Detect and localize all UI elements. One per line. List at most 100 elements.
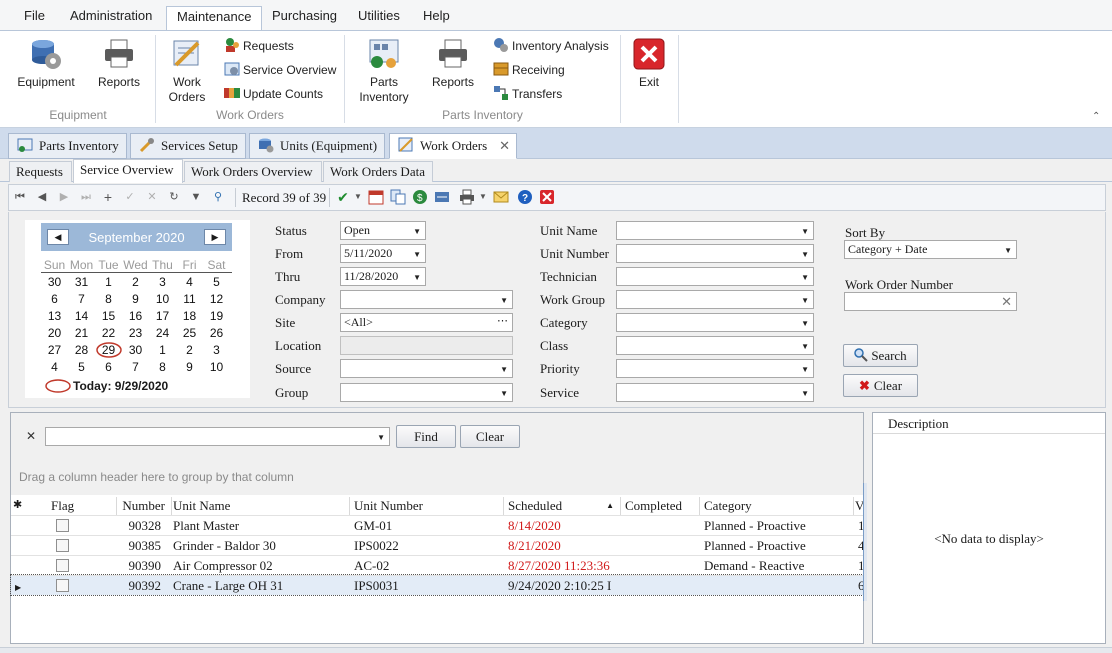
calendar-day[interactable]: 8 [95, 292, 122, 306]
source-select[interactable]: ▼ [340, 359, 513, 378]
calendar-day[interactable]: 19 [203, 309, 230, 323]
today-label[interactable]: Today: 9/29/2020 [73, 379, 168, 393]
check-icon[interactable]: ✔ [335, 189, 351, 205]
calendar-day[interactable]: 24 [149, 326, 176, 340]
work-orders-button[interactable]: Work Orders [165, 37, 209, 105]
work-group-select[interactable]: ▼ [616, 290, 814, 309]
calendar-day[interactable]: 27 [41, 343, 68, 357]
calendar-day[interactable]: 21 [68, 326, 95, 340]
receiving-button[interactable]: Receiving [493, 60, 565, 80]
subtab-work-orders-overview[interactable]: Work Orders Overview [184, 161, 322, 182]
close-find-icon[interactable]: ✕ [26, 429, 36, 443]
tab-services-setup[interactable]: Services Setup [130, 133, 246, 159]
requests-button[interactable]: Requests [224, 36, 294, 56]
search-icon[interactable]: ⚲ [210, 189, 226, 205]
calendar-day[interactable]: 31 [68, 275, 95, 289]
table-row[interactable]: ▶ 90392 Crane - Large OH 31 IPS0031 9/24/202… [10, 574, 864, 596]
calendar-day[interactable]: 25 [176, 326, 203, 340]
col-header-flag[interactable]: Flag [23, 497, 117, 515]
menu-maintenance[interactable]: Maintenance [166, 6, 263, 32]
calendar-day[interactable]: 2 [176, 343, 203, 357]
calendar-day[interactable]: 8 [149, 360, 176, 374]
inventory-analysis-button[interactable]: Inventory Analysis [493, 36, 609, 56]
search-button[interactable]: Search [843, 344, 918, 367]
last-record-icon[interactable]: ⏭ [78, 189, 94, 205]
calendar-day[interactable]: 28 [68, 343, 95, 357]
flag-checkbox[interactable] [56, 539, 69, 552]
calendar-day[interactable]: 7 [68, 292, 95, 306]
calendar-day[interactable]: 9 [176, 360, 203, 374]
money-icon[interactable]: $ [412, 189, 428, 205]
menu-utilities[interactable]: Utilities [348, 6, 410, 30]
email-icon[interactable] [493, 189, 509, 205]
calendar-day[interactable]: 16 [122, 309, 149, 323]
from-date-field[interactable]: 5/11/2020 ▼ [340, 244, 426, 263]
menu-help[interactable]: Help [413, 6, 460, 30]
equipment-button[interactable]: Equipment [14, 37, 78, 90]
calendar-day[interactable]: 4 [176, 275, 203, 289]
parts-reports-button[interactable]: Reports [430, 37, 476, 90]
prev-record-icon[interactable]: ◀ [34, 189, 50, 205]
calendar-day[interactable]: 30 [122, 343, 149, 357]
print-icon[interactable] [459, 189, 475, 205]
calendar-day[interactable]: 3 [149, 275, 176, 289]
first-record-icon[interactable]: ⏮ [12, 189, 28, 205]
update-counts-button[interactable]: Update Counts [224, 84, 323, 104]
calendar-day[interactable]: 6 [95, 360, 122, 374]
flag-checkbox[interactable] [56, 519, 69, 532]
add-record-icon[interactable]: + [100, 189, 116, 205]
find-input[interactable]: ▼ [45, 427, 390, 446]
calendar-day[interactable]: 10 [203, 360, 230, 374]
filter-icon[interactable]: ▼ [188, 189, 204, 205]
clear-filter-button[interactable]: ✖ Clear [843, 374, 918, 397]
transfers-button[interactable]: Transfers [493, 84, 562, 104]
col-header-unit-number[interactable]: Unit Number [350, 497, 504, 515]
calendar-day[interactable]: 18 [176, 309, 203, 323]
service-overview-button[interactable]: Service Overview [224, 60, 336, 80]
group-by-area[interactable]: Drag a column header here to group by th… [11, 455, 863, 495]
table-row[interactable]: 90328 Plant Master GM-01 8/14/2020 Planned -… [11, 515, 864, 535]
calendar-day[interactable]: 11 [176, 292, 203, 306]
subtab-service-overview[interactable]: Service Overview [73, 159, 183, 183]
site-field[interactable]: <All> ⋯ [340, 313, 513, 332]
calendar-day[interactable]: 9 [122, 292, 149, 306]
close-red-icon[interactable] [539, 189, 555, 205]
parts-inventory-button[interactable]: Parts Inventory [358, 37, 410, 105]
calendar-next-icon[interactable]: ▶ [204, 229, 226, 245]
status-select[interactable]: Open ▼ [340, 221, 426, 240]
tab-work-orders[interactable]: Work Orders ✕ [389, 133, 517, 159]
unit-name-select[interactable]: ▼ [616, 221, 814, 240]
description-header[interactable]: Description [873, 416, 1105, 434]
calendar-icon[interactable] [368, 189, 384, 205]
copy-icon[interactable] [390, 189, 406, 205]
menu-administration[interactable]: Administration [60, 6, 162, 30]
find-button[interactable]: Find [396, 425, 456, 448]
col-header-unit-name[interactable]: Unit Name [169, 497, 350, 515]
calendar-day[interactable]: 5 [203, 275, 230, 289]
clear-x-icon[interactable]: ✕ [1001, 293, 1012, 310]
sort-by-select[interactable]: Category + Date ▼ [844, 240, 1017, 259]
collapse-ribbon-chevron-up-icon[interactable]: ⌃ [1092, 111, 1100, 122]
calendar-day[interactable]: 15 [95, 309, 122, 323]
company-select[interactable]: ▼ [340, 290, 513, 309]
tab-parts-inventory[interactable]: Parts Inventory [8, 133, 127, 159]
wo-number-input[interactable]: ✕ [844, 292, 1017, 311]
calendar-day[interactable]: 30 [41, 275, 68, 289]
unit-number-select[interactable]: ▼ [616, 244, 814, 263]
close-tab-icon[interactable]: ✕ [499, 134, 510, 158]
reports-button[interactable]: Reports [96, 37, 142, 90]
check-dropdown-chevron-icon[interactable]: ▼ [350, 189, 366, 205]
class-select[interactable]: ▼ [616, 336, 814, 355]
col-header-number[interactable]: Number [117, 497, 172, 515]
calendar-day[interactable]: 17 [149, 309, 176, 323]
print-dropdown-chevron-icon[interactable]: ▼ [475, 189, 491, 205]
priority-select[interactable]: ▼ [616, 359, 814, 378]
calendar-day[interactable]: 12 [203, 292, 230, 306]
thru-date-field[interactable]: 11/28/2020 ▼ [340, 267, 426, 286]
table-row[interactable]: 90390 Air Compressor 02 AC-02 8/27/2020 11:… [11, 555, 864, 575]
col-header-scheduled[interactable]: Scheduled ▲ [504, 497, 621, 515]
ellipsis-icon[interactable]: ⋯ [497, 313, 508, 330]
calendar-day[interactable]: 14 [68, 309, 95, 323]
next-record-icon[interactable]: ▶ [56, 189, 72, 205]
calendar-day[interactable]: 26 [203, 326, 230, 340]
